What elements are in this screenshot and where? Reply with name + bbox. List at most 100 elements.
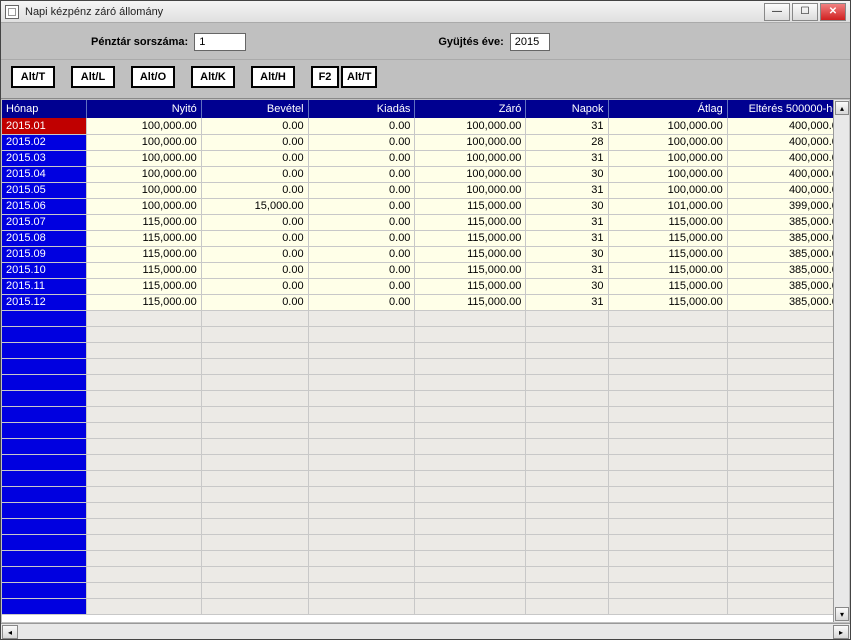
cell-average[interactable]: 115,000.00	[608, 246, 727, 262]
cell-opening[interactable]: 100,000.00	[86, 166, 201, 182]
cell-month[interactable]: 2015.02	[2, 134, 86, 150]
horizontal-scrollbar[interactable]: ◂ ▸	[1, 623, 850, 639]
cell-days[interactable]: 30	[526, 246, 608, 262]
cell-deviation[interactable]: 400,000.00	[727, 166, 848, 182]
cell-days[interactable]: 30	[526, 198, 608, 214]
table-row[interactable]: 2015.11115,000.000.000.00115,000.0030115…	[2, 278, 849, 294]
cell-income[interactable]: 0.00	[201, 118, 308, 134]
col-deviation[interactable]: Eltérés 500000-hez	[727, 100, 848, 118]
cell-month[interactable]: 2015.10	[2, 262, 86, 278]
cell-closing[interactable]: 100,000.00	[415, 150, 526, 166]
cell-days[interactable]: 28	[526, 134, 608, 150]
col-month[interactable]: Hónap	[2, 100, 86, 118]
cell-closing[interactable]: 100,000.00	[415, 134, 526, 150]
cell-deviation[interactable]: 400,000.00	[727, 150, 848, 166]
cell-month[interactable]: 2015.03	[2, 150, 86, 166]
cell-opening[interactable]: 115,000.00	[86, 278, 201, 294]
cell-income[interactable]: 0.00	[201, 230, 308, 246]
cell-days[interactable]: 30	[526, 166, 608, 182]
table-row[interactable]: 2015.07115,000.000.000.00115,000.0031115…	[2, 214, 849, 230]
cell-income[interactable]: 0.00	[201, 294, 308, 310]
btn-alt-h[interactable]: Alt/H	[251, 66, 295, 88]
table-row[interactable]: 2015.03100,000.000.000.00100,000.0031100…	[2, 150, 849, 166]
cell-month[interactable]: 2015.08	[2, 230, 86, 246]
cell-deviation[interactable]: 400,000.00	[727, 182, 848, 198]
table-row[interactable]: 2015.09115,000.000.000.00115,000.0030115…	[2, 246, 849, 262]
cell-expense[interactable]: 0.00	[308, 150, 415, 166]
cell-opening[interactable]: 115,000.00	[86, 262, 201, 278]
cell-days[interactable]: 31	[526, 294, 608, 310]
cell-average[interactable]: 115,000.00	[608, 278, 727, 294]
cell-average[interactable]: 100,000.00	[608, 166, 727, 182]
vertical-scrollbar[interactable]: ▴ ▾	[833, 100, 849, 622]
cell-opening[interactable]: 100,000.00	[86, 182, 201, 198]
cell-days[interactable]: 31	[526, 230, 608, 246]
cell-closing[interactable]: 115,000.00	[415, 198, 526, 214]
cell-month[interactable]: 2015.12	[2, 294, 86, 310]
cell-expense[interactable]: 0.00	[308, 118, 415, 134]
scroll-up-icon[interactable]: ▴	[835, 101, 849, 115]
cell-average[interactable]: 101,000.00	[608, 198, 727, 214]
cell-opening[interactable]: 100,000.00	[86, 134, 201, 150]
cell-days[interactable]: 31	[526, 214, 608, 230]
year-input[interactable]	[510, 33, 550, 51]
cell-month[interactable]: 2015.06	[2, 198, 86, 214]
cell-average[interactable]: 115,000.00	[608, 230, 727, 246]
maximize-button[interactable]: ☐	[792, 3, 818, 21]
cell-deviation[interactable]: 400,000.00	[727, 118, 848, 134]
cell-days[interactable]: 31	[526, 118, 608, 134]
col-expense[interactable]: Kiadás	[308, 100, 415, 118]
cell-opening[interactable]: 115,000.00	[86, 294, 201, 310]
cell-income[interactable]: 0.00	[201, 182, 308, 198]
cell-expense[interactable]: 0.00	[308, 134, 415, 150]
cell-closing[interactable]: 115,000.00	[415, 246, 526, 262]
cell-expense[interactable]: 0.00	[308, 246, 415, 262]
col-days[interactable]: Napok	[526, 100, 608, 118]
cell-income[interactable]: 0.00	[201, 246, 308, 262]
cell-income[interactable]: 0.00	[201, 214, 308, 230]
table-row[interactable]: 2015.12115,000.000.000.00115,000.0031115…	[2, 294, 849, 310]
cell-month[interactable]: 2015.01	[2, 118, 86, 134]
cell-expense[interactable]: 0.00	[308, 278, 415, 294]
btn-alt-t-2[interactable]: Alt/T	[341, 66, 377, 88]
cell-closing[interactable]: 115,000.00	[415, 294, 526, 310]
cell-expense[interactable]: 0.00	[308, 182, 415, 198]
cell-closing[interactable]: 100,000.00	[415, 182, 526, 198]
cell-average[interactable]: 115,000.00	[608, 262, 727, 278]
cell-month[interactable]: 2015.11	[2, 278, 86, 294]
cell-opening[interactable]: 115,000.00	[86, 214, 201, 230]
cell-closing[interactable]: 115,000.00	[415, 214, 526, 230]
cell-income[interactable]: 0.00	[201, 134, 308, 150]
table-row[interactable]: 2015.05100,000.000.000.00100,000.0031100…	[2, 182, 849, 198]
scroll-down-icon[interactable]: ▾	[835, 607, 849, 621]
cell-average[interactable]: 115,000.00	[608, 214, 727, 230]
cell-average[interactable]: 100,000.00	[608, 182, 727, 198]
cell-deviation[interactable]: 385,000.00	[727, 246, 848, 262]
cell-expense[interactable]: 0.00	[308, 230, 415, 246]
cell-month[interactable]: 2015.04	[2, 166, 86, 182]
scroll-right-icon[interactable]: ▸	[833, 625, 849, 639]
cell-average[interactable]: 100,000.00	[608, 134, 727, 150]
table-row[interactable]: 2015.04100,000.000.000.00100,000.0030100…	[2, 166, 849, 182]
table-row[interactable]: 2015.02100,000.000.000.00100,000.0028100…	[2, 134, 849, 150]
cell-expense[interactable]: 0.00	[308, 214, 415, 230]
cell-income[interactable]: 0.00	[201, 262, 308, 278]
cell-month[interactable]: 2015.07	[2, 214, 86, 230]
btn-alt-o[interactable]: Alt/O	[131, 66, 175, 88]
minimize-button[interactable]: —	[764, 3, 790, 21]
col-opening[interactable]: Nyitó	[86, 100, 201, 118]
table-row[interactable]: 2015.08115,000.000.000.00115,000.0031115…	[2, 230, 849, 246]
cell-income[interactable]: 0.00	[201, 150, 308, 166]
cell-opening[interactable]: 100,000.00	[86, 118, 201, 134]
cell-month[interactable]: 2015.05	[2, 182, 86, 198]
cell-days[interactable]: 31	[526, 182, 608, 198]
cell-expense[interactable]: 0.00	[308, 198, 415, 214]
scroll-left-icon[interactable]: ◂	[2, 625, 18, 639]
cell-average[interactable]: 115,000.00	[608, 294, 727, 310]
cell-days[interactable]: 31	[526, 150, 608, 166]
table-row[interactable]: 2015.01100,000.000.000.00100,000.0031100…	[2, 118, 849, 134]
cell-average[interactable]: 100,000.00	[608, 118, 727, 134]
btn-f2[interactable]: F2	[311, 66, 339, 88]
cell-average[interactable]: 100,000.00	[608, 150, 727, 166]
btn-alt-t-1[interactable]: Alt/T	[11, 66, 55, 88]
